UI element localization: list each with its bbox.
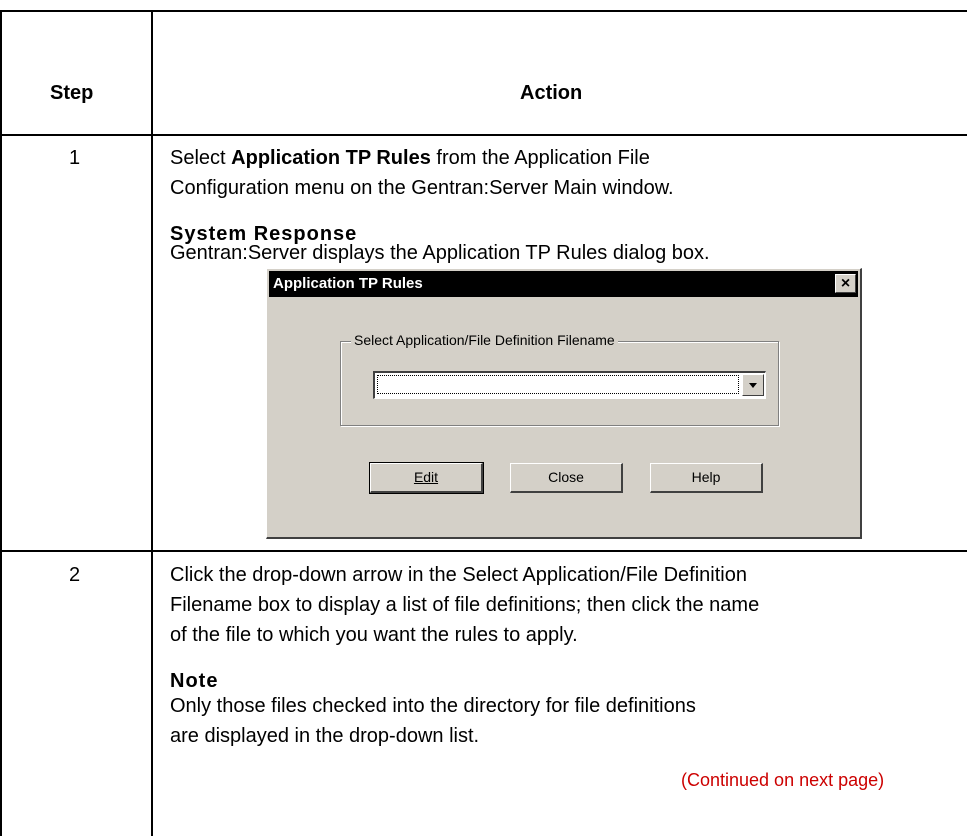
filename-combobox[interactable] xyxy=(373,371,766,399)
step-2-line1: Click the drop-down arrow in the Select … xyxy=(170,564,747,586)
close-icon[interactable]: × xyxy=(835,274,856,293)
continued-note: (Continued on next page) xyxy=(681,770,885,790)
note-line2: are displayed in the drop-down list. xyxy=(170,725,480,747)
step-1-instruction-pre: Select xyxy=(170,147,232,169)
step-1-instruction: Select Application TP Rules from the App… xyxy=(170,143,650,173)
edit-button[interactable]: Edit xyxy=(369,462,484,494)
step-1-instruction-post: from the Application File xyxy=(430,147,650,169)
note-heading: Note xyxy=(170,670,219,692)
dialog-title: Application TP Rules xyxy=(273,275,423,292)
header-separator xyxy=(0,134,967,136)
header-step: Step xyxy=(50,82,94,104)
step-2-line2: Filename box to display a list of file d… xyxy=(170,594,760,616)
help-button[interactable]: Help xyxy=(650,463,763,493)
chevron-down-icon xyxy=(749,383,757,388)
row-separator xyxy=(0,550,967,552)
filename-group-label: Select Application/File Definition Filen… xyxy=(351,331,618,349)
dropdown-arrow-button[interactable] xyxy=(742,374,764,396)
system-response-text: Gentran:Server displays the Application … xyxy=(170,242,710,264)
step-2-line3: of the file to which you want the rules … xyxy=(170,624,578,646)
note-line1: Only those files checked into the direct… xyxy=(170,695,696,717)
step-number-1: 1 xyxy=(69,147,81,169)
filename-combo-field[interactable] xyxy=(377,375,739,394)
table-top-border xyxy=(0,10,967,12)
step-number-2: 2 xyxy=(69,564,81,586)
application-tp-rules-dialog: Application TP Rules × Select Applicatio… xyxy=(266,268,862,539)
close-button-label: Close xyxy=(548,469,584,485)
close-button[interactable]: Close xyxy=(510,463,623,493)
help-button-label: Help xyxy=(691,469,721,485)
step-1-menu-item: Application TP Rules xyxy=(231,147,431,169)
header-action: Action xyxy=(520,82,583,104)
edit-button-label: Edit xyxy=(413,469,439,485)
step-1-instruction-line2: Configuration menu on the Gentran:Server… xyxy=(170,177,674,199)
dialog-titlebar: Application TP Rules × xyxy=(269,271,858,297)
